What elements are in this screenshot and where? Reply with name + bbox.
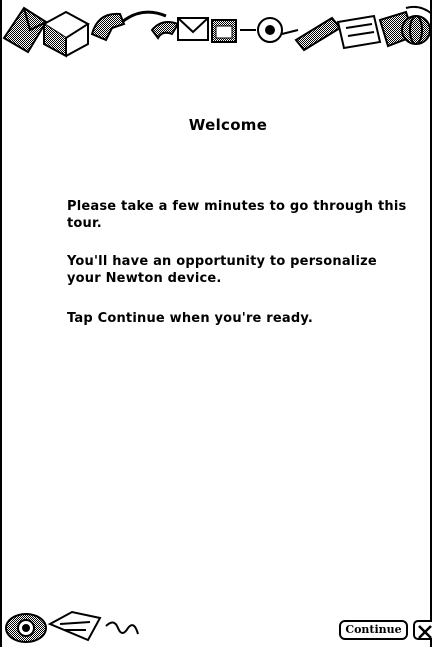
phone-icon [90,10,180,42]
package-icon [42,10,90,58]
note-icon [336,14,382,50]
clock-icon [257,17,299,43]
page-title: Welcome [188,116,268,134]
close-box-icon [418,625,432,639]
personalize-paragraph: You'll have an opportunity to personaliz… [67,254,377,286]
envelope-icon [2,6,48,54]
decorative-top-border [2,5,432,58]
intro-paragraph: Please take a few minutes to go through … [67,199,407,231]
close-button[interactable] [413,620,432,640]
pencil-icon [294,16,342,52]
envelope-icon [47,610,102,642]
instruction-paragraph: Tap Continue when you're ready. [67,311,314,326]
decorative-bottom-border [5,610,139,643]
globe-icon [5,613,47,643]
continue-button[interactable]: Continue [339,620,408,640]
mail-icon [177,17,209,41]
squiggle-icon [105,621,139,635]
calendar-icon [211,19,256,43]
newton-screen: Welcome Please take a few minutes to go … [0,0,432,647]
